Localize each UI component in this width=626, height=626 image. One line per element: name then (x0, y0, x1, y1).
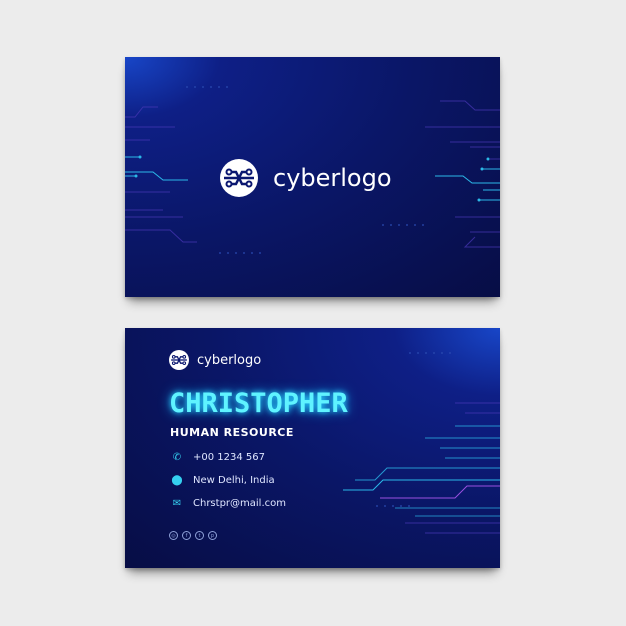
twitter-icon: t (195, 531, 204, 540)
address: New Delhi, India (193, 475, 275, 486)
job-title: HUMAN RESOURCE (170, 426, 294, 439)
business-card-front: cyberlogo (125, 57, 500, 297)
phone-number: +00 1234 567 (193, 452, 265, 463)
cyberlogo-logo: cyberlogo (169, 350, 261, 370)
mail-icon: ✉ (172, 498, 182, 509)
cyberlogo-icon (169, 350, 189, 370)
brand-name: cyberlogo (273, 164, 392, 192)
contact-email: ✉ Chrstpr@mail.com (171, 498, 286, 509)
cyberlogo-icon (220, 159, 258, 197)
instagram-icon: ◎ (169, 531, 178, 540)
email: Chrstpr@mail.com (193, 498, 286, 509)
facebook-icon: f (182, 531, 191, 540)
location-pin-icon: ⬤ (171, 475, 183, 486)
business-card-back: cyberlogo CHRISTOPHER HUMAN RESOURCE ✆ +… (125, 328, 500, 568)
cyberlogo-logo: cyberlogo (220, 159, 392, 197)
pinterest-icon: p (208, 531, 217, 540)
phone-icon: ✆ (172, 452, 182, 463)
brand-name: cyberlogo (197, 352, 262, 368)
contact-phone: ✆ +00 1234 567 (171, 452, 265, 463)
person-name: CHRISTOPHER (169, 388, 348, 419)
social-icons: ◎ f t p (169, 531, 217, 540)
contact-address: ⬤ New Delhi, India (171, 475, 275, 486)
